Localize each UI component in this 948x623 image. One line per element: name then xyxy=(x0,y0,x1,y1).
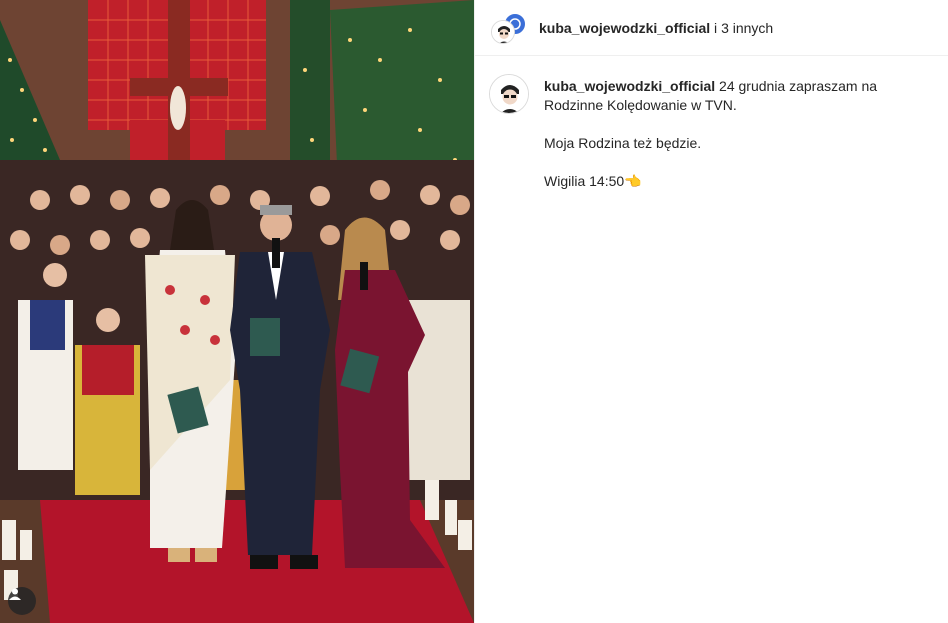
photo-scene xyxy=(0,0,474,623)
caption-avatar[interactable] xyxy=(489,74,529,114)
person-icon xyxy=(9,588,21,600)
post-side-panel: kuba_wojewodzki_official i 3 innych kuba… xyxy=(474,0,948,623)
collab-avatars[interactable] xyxy=(491,11,527,44)
header-authors: kuba_wojewodzki_official i 3 innych xyxy=(539,20,773,36)
header-others-link[interactable]: 3 innych xyxy=(721,20,773,36)
caption-text: kuba_wojewodzki_official 24 grudnia zapr… xyxy=(544,74,932,191)
caption-line-3: Wigilia 14:50👈 xyxy=(544,173,642,189)
header-conjunction: i xyxy=(714,19,718,36)
user-tags-button[interactable] xyxy=(8,587,36,615)
author-avatar xyxy=(491,19,515,44)
caption-line-1: kuba_wojewodzki_official 24 grudnia zapr… xyxy=(544,77,932,115)
header-username-link[interactable]: kuba_wojewodzki_official xyxy=(539,20,710,36)
post-photo[interactable] xyxy=(0,0,474,623)
post-header: kuba_wojewodzki_official i 3 innych xyxy=(475,0,948,56)
caption-username-link[interactable]: kuba_wojewodzki_official xyxy=(544,78,715,94)
caption-line-2: Moja Rodzina też będzie. xyxy=(544,135,702,151)
caption: kuba_wojewodzki_official 24 grudnia zapr… xyxy=(475,56,948,191)
